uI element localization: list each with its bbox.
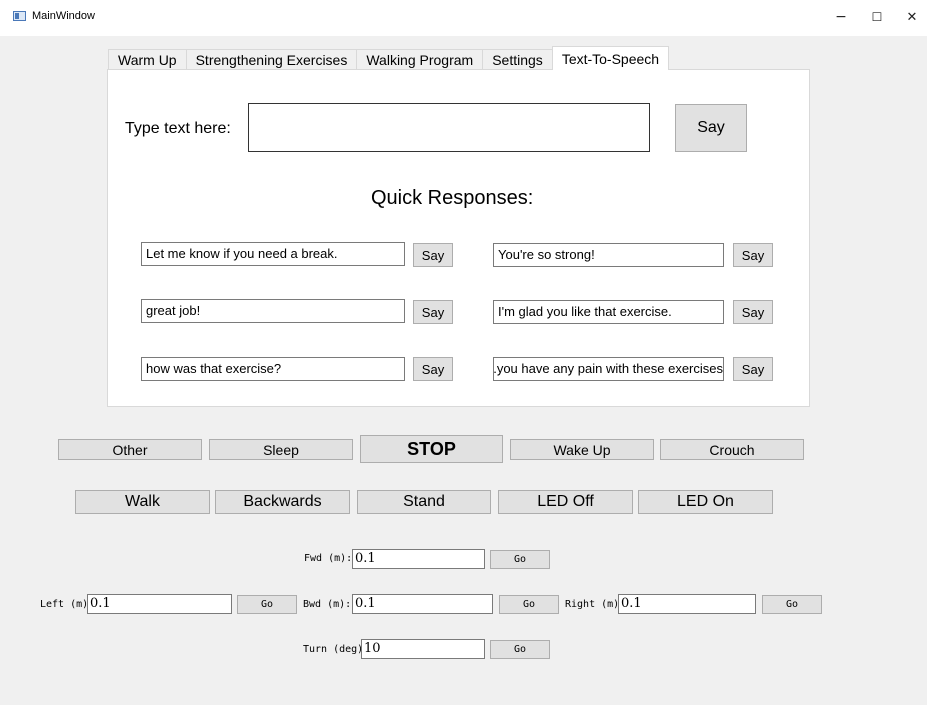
quick-response-input[interactable]: you have any pain with these exercises. [493, 357, 724, 381]
say-button[interactable]: Say [675, 104, 747, 152]
sleep-button[interactable]: Sleep [209, 439, 353, 460]
bwd-input[interactable]: 0.1 [352, 594, 493, 614]
close-button[interactable]: ✕ [897, 6, 927, 28]
tts-text-input[interactable] [248, 103, 650, 152]
tab-warm-up[interactable]: Warm Up [108, 49, 187, 70]
quick-response-say-button[interactable]: Say [413, 243, 453, 267]
fwd-label: Fwd (m): [304, 553, 353, 564]
right-input[interactable]: 0.1 [618, 594, 756, 614]
bwd-label: Bwd (m): [303, 599, 352, 610]
quick-response-say-button[interactable]: Say [733, 300, 773, 324]
tab-settings[interactable]: Settings [482, 49, 553, 70]
led-on-button[interactable]: LED On [638, 490, 773, 514]
title-bar: MainWindow − ☐ ✕ [0, 0, 927, 36]
led-off-button[interactable]: LED Off [498, 490, 633, 514]
stop-button[interactable]: STOP [360, 435, 503, 463]
fwd-input[interactable]: 0.1 [352, 549, 485, 569]
quick-response-say-button[interactable]: Say [733, 243, 773, 267]
tab-strengthening-exercises[interactable]: Strengthening Exercises [185, 49, 358, 70]
quick-response-input[interactable]: Let me know if you need a break. [141, 242, 405, 266]
quick-response-input[interactable]: great job! [141, 299, 405, 323]
walk-button[interactable]: Walk [75, 490, 210, 514]
fwd-go-button[interactable]: Go [490, 550, 550, 569]
other-button[interactable]: Other [58, 439, 202, 460]
crouch-button[interactable]: Crouch [660, 439, 804, 460]
maximize-button[interactable]: ☐ [862, 6, 892, 28]
quick-response-input[interactable]: You're so strong! [493, 243, 724, 267]
right-label: Right (m): [565, 599, 626, 610]
quick-response-say-button[interactable]: Say [413, 300, 453, 324]
bwd-go-button[interactable]: Go [499, 595, 559, 614]
tab-walking-program[interactable]: Walking Program [356, 49, 484, 70]
window-title: MainWindow [32, 10, 95, 22]
right-go-button[interactable]: Go [762, 595, 822, 614]
quick-responses-title: Quick Responses: [371, 187, 534, 209]
quick-response-say-button[interactable]: Say [733, 357, 773, 381]
tab-text-to-speech[interactable]: Text-To-Speech [551, 46, 670, 70]
wake-up-button[interactable]: Wake Up [510, 439, 654, 460]
left-input[interactable]: 0.1 [87, 594, 232, 614]
turn-label: Turn (deg): [303, 644, 370, 655]
tab-bar: Warm Up Strengthening Exercises Walking … [108, 46, 670, 70]
type-text-label: Type text here: [125, 120, 231, 137]
backwards-button[interactable]: Backwards [215, 490, 350, 514]
quick-response-input[interactable]: I'm glad you like that exercise. [493, 300, 724, 324]
left-go-button[interactable]: Go [237, 595, 297, 614]
app-window-icon [13, 11, 26, 21]
turn-input[interactable]: 10 [361, 639, 485, 659]
minimize-button[interactable]: − [826, 6, 856, 28]
quick-response-say-button[interactable]: Say [413, 357, 453, 381]
turn-go-button[interactable]: Go [490, 640, 550, 659]
stand-button[interactable]: Stand [357, 490, 491, 514]
quick-response-input[interactable]: how was that exercise? [141, 357, 405, 381]
